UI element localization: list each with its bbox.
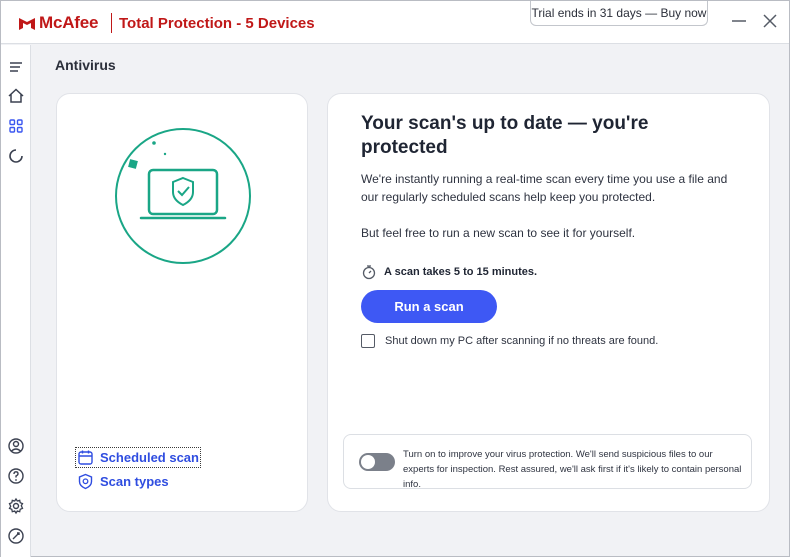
scan-duration: A scan takes 5 to 15 minutes. [361, 264, 537, 280]
share-files-description: Turn on to improve your virus protection… [403, 449, 742, 490]
sidebar-item-menu[interactable] [6, 57, 26, 77]
close-icon [763, 14, 777, 28]
sidebar-item-help[interactable] [6, 466, 26, 486]
sidebar-item-home[interactable] [6, 86, 26, 106]
feedback-icon [8, 528, 24, 544]
antivirus-status-card: Scheduled scan Scan types [56, 93, 308, 512]
scan-types-link[interactable]: Scan types [75, 473, 169, 490]
app-window: McAfee Total Protection - 5 Devices Tria… [0, 0, 790, 557]
stopwatch-icon [362, 265, 376, 280]
shutdown-label: Shut down my PC after scanning if no thr… [385, 335, 659, 347]
shutdown-option[interactable]: Shut down my PC after scanning if no thr… [361, 334, 658, 348]
shield-icon [78, 473, 93, 490]
brand-name: McAfee [39, 13, 99, 32]
grid-icon [9, 119, 23, 133]
scan-invite-text: But feel free to run a new scan to see i… [361, 226, 636, 240]
toggle-knob [361, 455, 375, 469]
scheduled-scan-link[interactable]: Scheduled scan [75, 447, 201, 468]
scan-description: We're instantly running a real-time scan… [361, 172, 728, 204]
shutdown-checkbox[interactable] [361, 334, 375, 348]
share-suspicious-files-panel: Turn on to improve your virus protection… [343, 434, 752, 490]
calendar-icon [78, 450, 93, 465]
sidebar-item-performance[interactable] [6, 146, 26, 166]
sidebar-item-settings[interactable] [6, 496, 26, 516]
scheduled-scan-label: Scheduled scan [100, 450, 199, 465]
scan-duration-text: A scan takes 5 to 15 minutes. [384, 266, 538, 278]
trial-buy-button[interactable]: Trial ends in 31 days — Buy now [530, 1, 708, 26]
title-bar: McAfee Total Protection - 5 Devices Tria… [1, 1, 789, 44]
sidebar-item-protection[interactable] [6, 116, 26, 136]
protected-laptop-illustration [115, 128, 251, 264]
title-divider [111, 13, 112, 33]
scan-card: Your scan's up to date — you're protecte… [327, 93, 770, 512]
home-icon [8, 88, 24, 103]
menu-icon [10, 62, 22, 72]
help-icon [8, 468, 24, 484]
run-scan-button[interactable]: Run a scan [361, 290, 497, 323]
product-name: Total Protection - 5 Devices [119, 15, 315, 32]
brand-logo: McAfee [18, 13, 98, 33]
share-files-toggle[interactable] [359, 453, 395, 471]
settings-icon [8, 497, 24, 515]
sidebar-item-feedback[interactable] [6, 526, 26, 546]
scan-types-label: Scan types [100, 474, 169, 489]
close-button[interactable] [759, 10, 781, 32]
account-icon [8, 438, 24, 454]
scan-status-headline: Your scan's up to date — you're protecte… [361, 113, 649, 158]
mcafee-shield-icon [19, 18, 35, 30]
sidebar-item-account[interactable] [6, 436, 26, 456]
minimize-button[interactable] [728, 10, 750, 32]
minimize-icon [732, 20, 746, 22]
page-title: Antivirus [55, 57, 116, 73]
refresh-icon [9, 149, 23, 163]
sidebar [1, 45, 31, 557]
